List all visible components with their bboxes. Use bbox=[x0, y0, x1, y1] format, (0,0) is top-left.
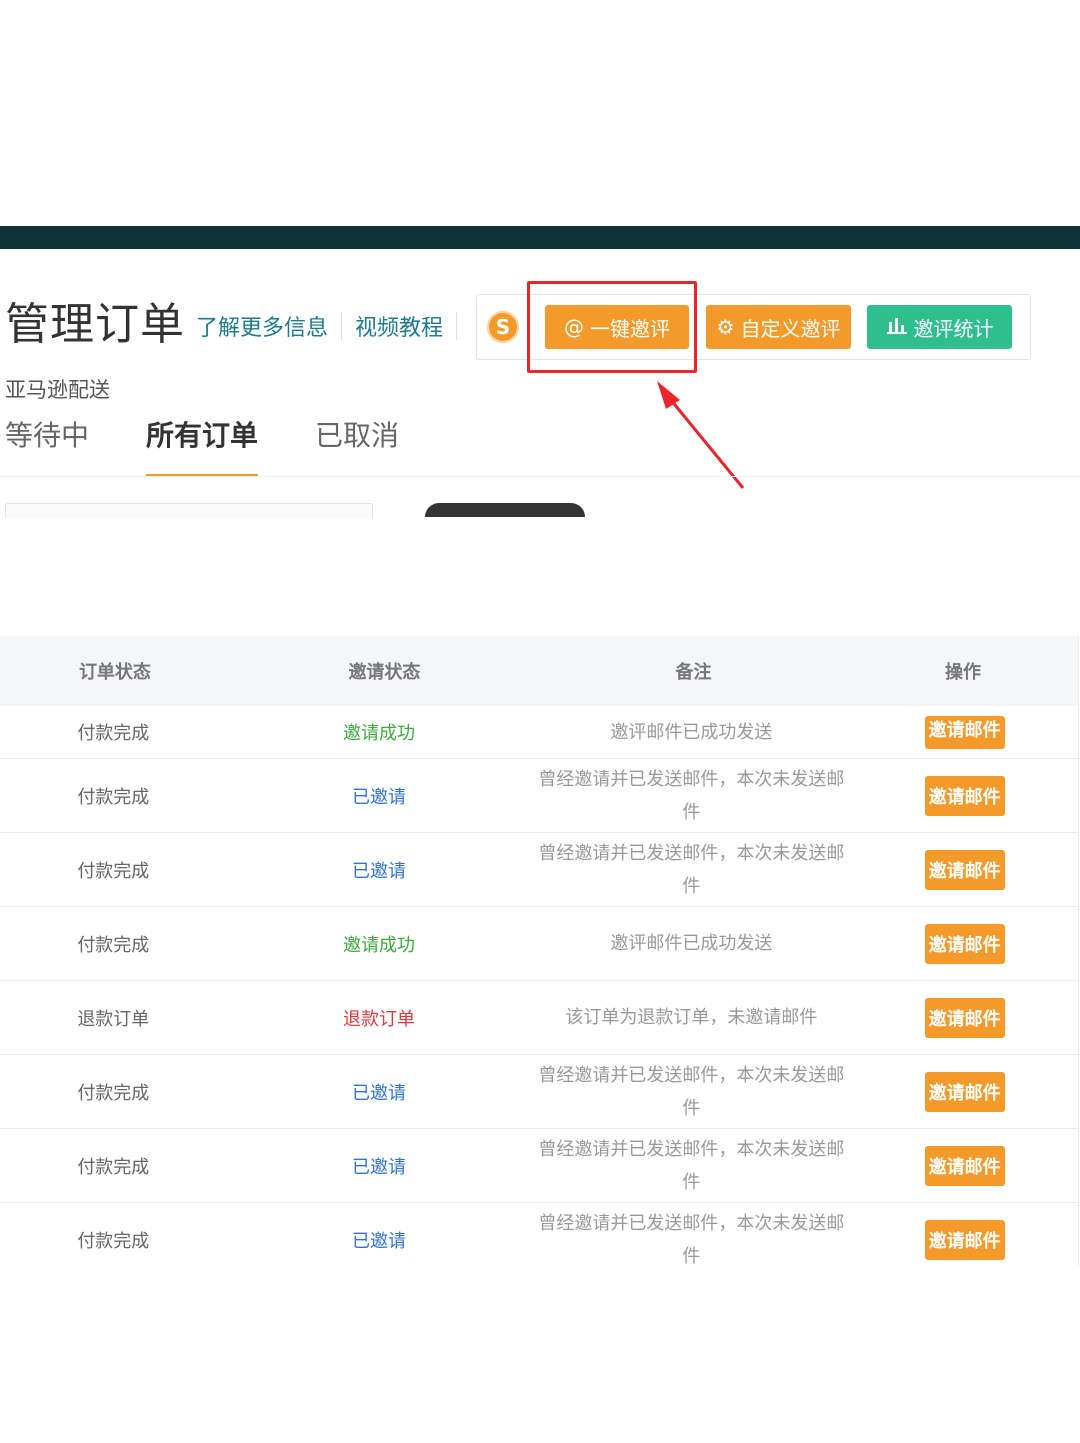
custom-review-label: 自定义邀评 bbox=[740, 316, 841, 341]
top-nav-bar bbox=[0, 226, 1080, 249]
invite-email-button[interactable]: 邀请邮件 bbox=[924, 1071, 1005, 1112]
page-title: 管理订单 bbox=[5, 299, 185, 350]
order-status-cell: 付款完成 bbox=[77, 723, 150, 744]
invite-status-cell: 退款订单 bbox=[343, 1008, 415, 1030]
header-note: 备注 bbox=[675, 662, 712, 683]
link-divider bbox=[456, 312, 458, 340]
note-cell: 该订单为退款订单，未邀请邮件 bbox=[565, 1007, 818, 1028]
invite-status-cell: 已邀请 bbox=[352, 860, 406, 882]
gear-icon: ⚙ bbox=[716, 315, 735, 339]
fulfillment-label: 亚马逊配送 bbox=[5, 378, 110, 402]
header-order-status: 订单状态 bbox=[78, 662, 151, 683]
invite-email-button[interactable]: 邀请邮件 bbox=[924, 923, 1005, 964]
invite-email-button[interactable]: 邀请邮件 bbox=[924, 997, 1005, 1038]
invite-status-cell: 邀请成功 bbox=[343, 934, 415, 956]
annotation-highlight-box bbox=[527, 281, 697, 373]
note-cell: 曾经邀请并已发送邮件，本次未发送邮件 bbox=[538, 1064, 845, 1119]
order-status-cell: 付款完成 bbox=[77, 1156, 150, 1178]
invite-status-cell: 已邀请 bbox=[352, 786, 406, 808]
orders-table: 订单状态 邀请状态 备注 操作 付款完成 邀请成功 邀评邮件已成功发送 邀请邮件 付款完… bbox=[0, 636, 1079, 1266]
custom-review-button[interactable]: ⚙ 自定义邀评 bbox=[706, 305, 851, 349]
invite-status-cell: 邀请成功 bbox=[343, 723, 415, 744]
header-action: 操作 bbox=[945, 662, 982, 683]
table-body: 付款完成 邀请成功 邀评邮件已成功发送 邀请邮件 付款完成 已邀请 曾经邀请并已发送邮件，本… bbox=[0, 706, 1078, 1266]
order-status-cell: 付款完成 bbox=[77, 786, 150, 808]
header-links: 了解更多信息 视频教程 bbox=[196, 310, 470, 342]
order-status-cell: 退款订单 bbox=[77, 1008, 150, 1030]
review-stats-button[interactable]: 邀评统计 bbox=[867, 305, 1012, 349]
note-cell: 曾经邀请并已发送邮件，本次未发送邮件 bbox=[538, 1212, 845, 1267]
invite-email-button[interactable]: 邀请邮件 bbox=[924, 1145, 1005, 1186]
invite-status-cell: 已邀请 bbox=[352, 1156, 406, 1178]
invite-email-button[interactable]: 邀请邮件 bbox=[924, 715, 1005, 749]
invite-email-button[interactable]: 邀请邮件 bbox=[924, 775, 1005, 816]
tabs-divider bbox=[0, 476, 1080, 477]
note-cell: 邀评邮件已成功发送 bbox=[610, 933, 773, 954]
search-input[interactable] bbox=[5, 503, 373, 518]
table-row: 付款完成 已邀请 曾经邀请并已发送邮件，本次未发送邮件 邀请邮件 bbox=[0, 1129, 1078, 1203]
note-cell: 曾经邀请并已发送邮件，本次未发送邮件 bbox=[538, 842, 845, 897]
order-status-cell: 付款完成 bbox=[77, 860, 150, 882]
table-row: 付款完成 已邀请 曾经邀请并已发送邮件，本次未发送邮件 邀请邮件 bbox=[0, 1055, 1078, 1129]
table-row: 付款完成 已邀请 曾经邀请并已发送邮件，本次未发送邮件 邀请邮件 bbox=[0, 833, 1078, 907]
tab-all-orders[interactable]: 所有订单 bbox=[146, 414, 259, 477]
note-cell: 曾经邀请并已发送邮件，本次未发送邮件 bbox=[538, 1138, 845, 1193]
link-divider bbox=[341, 312, 343, 340]
invite-status-cell: 已邀请 bbox=[352, 1230, 406, 1252]
tab-pending[interactable]: 等待中 bbox=[5, 414, 89, 477]
table-row: 付款完成 已邀请 曾经邀请并已发送邮件，本次未发送邮件 邀请邮件 bbox=[0, 1203, 1078, 1266]
table-row: 付款完成 邀请成功 邀评邮件已成功发送 邀请邮件 bbox=[0, 706, 1078, 759]
table-row: 付款完成 已邀请 曾经邀请并已发送邮件，本次未发送邮件 邀请邮件 bbox=[0, 759, 1078, 833]
order-status-cell: 付款完成 bbox=[77, 934, 150, 956]
order-tabs: 等待中 所有订单 已取消 bbox=[5, 414, 456, 477]
table-header: 订单状态 邀请状态 备注 操作 bbox=[0, 636, 1078, 706]
note-cell: 邀评邮件已成功发送 bbox=[610, 721, 773, 743]
tab-cancelled[interactable]: 已取消 bbox=[315, 414, 399, 477]
learn-more-link[interactable]: 了解更多信息 bbox=[196, 310, 328, 342]
table-row: 退款订单 退款订单 该订单为退款订单，未邀请邮件 邀请邮件 bbox=[0, 981, 1078, 1055]
invite-email-button[interactable]: 邀请邮件 bbox=[924, 1219, 1005, 1260]
review-stats-label: 邀评统计 bbox=[913, 316, 994, 341]
bar-chart-icon bbox=[886, 315, 908, 339]
filter-pill[interactable] bbox=[425, 503, 585, 517]
plugin-logo-icon: S bbox=[487, 311, 519, 343]
order-status-cell: 付款完成 bbox=[77, 1082, 150, 1104]
table-row: 付款完成 邀请成功 邀评邮件已成功发送 邀请邮件 bbox=[0, 907, 1078, 981]
video-tutorial-link[interactable]: 视频教程 bbox=[355, 310, 443, 342]
invite-email-button[interactable]: 邀请邮件 bbox=[924, 849, 1005, 890]
invite-status-cell: 已邀请 bbox=[352, 1082, 406, 1104]
annotation-arrow bbox=[657, 381, 745, 489]
note-cell: 曾经邀请并已发送邮件，本次未发送邮件 bbox=[538, 768, 845, 823]
order-status-cell: 付款完成 bbox=[77, 1230, 150, 1252]
header-invite-status: 邀请状态 bbox=[348, 662, 421, 683]
